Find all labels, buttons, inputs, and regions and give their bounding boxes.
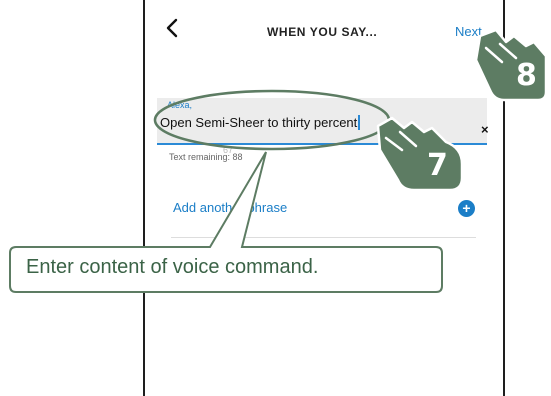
chevron-left-icon bbox=[166, 18, 178, 38]
divider bbox=[171, 237, 476, 238]
step-8-number: 8 bbox=[516, 58, 537, 93]
step-7-number: 7 bbox=[427, 148, 448, 183]
phrase-input-value[interactable]: Open Semi-Sheer to thirty percent bbox=[160, 115, 360, 130]
phone-screen: WHEN YOU SAY... Next Alexa, Open Semi-Sh… bbox=[143, 0, 505, 396]
wake-word-label: Alexa, bbox=[167, 100, 193, 110]
next-button[interactable]: Next bbox=[455, 24, 482, 39]
close-icon[interactable]: × bbox=[481, 122, 489, 137]
phrase-text: Open Semi-Sheer to thirty percent bbox=[160, 115, 358, 130]
plus-circle-icon[interactable]: + bbox=[458, 200, 475, 217]
text-remaining-counter: 67 Text remaining: 88 bbox=[169, 146, 243, 162]
add-another-phrase-link[interactable]: Add another phrase bbox=[173, 200, 287, 215]
ghost-count: 67 bbox=[223, 145, 234, 155]
page-title: WHEN YOU SAY... bbox=[267, 25, 378, 39]
back-button[interactable] bbox=[163, 16, 183, 40]
phrase-input-field[interactable]: Alexa, Open Semi-Sheer to thirty percent… bbox=[157, 98, 489, 145]
callout-text: Enter content of voice command. bbox=[26, 256, 319, 278]
text-caret bbox=[358, 115, 360, 130]
instruction-figure: WHEN YOU SAY... Next Alexa, Open Semi-Sh… bbox=[0, 0, 551, 396]
